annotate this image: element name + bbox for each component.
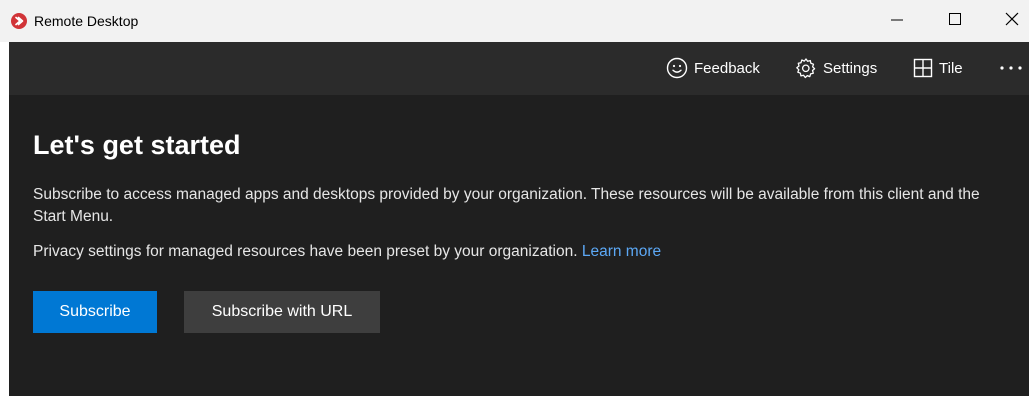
maximize-button[interactable] [932, 0, 978, 42]
close-button[interactable] [994, 0, 1029, 42]
subscribe-description: Subscribe to access managed apps and des… [33, 186, 980, 225]
title-bar[interactable]: Remote Desktop [0, 0, 1029, 42]
settings-label: Settings [823, 59, 878, 77]
maximize-icon [949, 12, 961, 30]
more-options-button[interactable] [999, 55, 1025, 81]
app-content: Feedback Settings Tile Let's get started… [9, 42, 1029, 396]
subscribe-button[interactable]: Subscribe [33, 291, 157, 333]
subscribe-with-url-button[interactable]: Subscribe with URL [184, 291, 380, 333]
feedback-button[interactable]: Feedback [666, 55, 760, 81]
close-icon [1005, 12, 1019, 31]
feedback-label: Feedback [694, 59, 760, 77]
command-bar: Feedback Settings Tile [9, 42, 1029, 95]
app-window: Remote Desktop Feedback Settings Tile Le… [0, 0, 1029, 396]
smiley-icon [666, 57, 688, 79]
privacy-note: Privacy settings for managed resources h… [33, 241, 1008, 263]
minimize-icon [891, 12, 903, 30]
gear-icon [795, 57, 817, 79]
privacy-note-text: Privacy settings for managed resources h… [33, 243, 578, 260]
more-icon [999, 65, 1025, 71]
window-title: Remote Desktop [34, 13, 139, 29]
settings-button[interactable]: Settings [795, 55, 877, 81]
page-title: Let's get started [33, 130, 241, 160]
minimize-button[interactable] [874, 0, 920, 42]
remote-desktop-logo-icon [11, 13, 27, 29]
tile-label: Tile [939, 59, 963, 77]
tile-view-button[interactable]: Tile [913, 55, 963, 81]
learn-more-link[interactable]: Learn more [582, 243, 661, 260]
tile-grid-icon [913, 58, 933, 78]
